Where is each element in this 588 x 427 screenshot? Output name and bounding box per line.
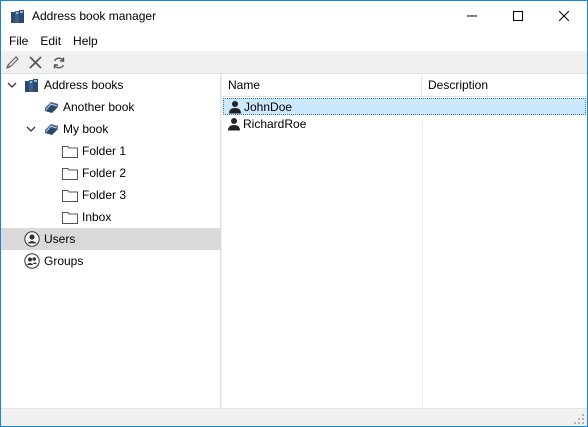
minimize-button[interactable] <box>449 1 495 31</box>
tree-item-label: Address books <box>44 78 124 92</box>
column-header-description[interactable]: Description <box>422 74 587 97</box>
user-icon <box>228 118 240 131</box>
tree-item-label: Folder 3 <box>82 188 127 202</box>
tree-item-label: Groups <box>44 254 84 268</box>
chevron-down-icon[interactable] <box>26 124 36 134</box>
resize-grip-icon[interactable] <box>573 413 585 425</box>
user-icon <box>229 101 241 114</box>
toolbar <box>1 51 587 74</box>
edit-button[interactable] <box>4 54 21 71</box>
address-books-icon <box>25 79 38 92</box>
tree-item-folder-2[interactable]: Folder 2 <box>1 162 221 184</box>
list-row[interactable]: RichardRoe <box>223 116 586 133</box>
column-divider <box>422 97 423 408</box>
user-circle-icon <box>24 231 40 247</box>
groups-circle-icon <box>24 253 40 269</box>
refresh-icon <box>53 57 64 68</box>
menu-bar: File Edit Help <box>1 31 587 51</box>
maximize-button[interactable] <box>495 1 541 31</box>
tree-item-label: Folder 2 <box>82 166 127 180</box>
tree-item-folder-3[interactable]: Folder 3 <box>1 184 221 206</box>
tree-item-groups[interactable]: Groups <box>1 250 221 272</box>
minimize-icon <box>467 15 477 17</box>
column-header-name[interactable]: Name <box>222 74 422 97</box>
users-list[interactable]: Name Description JohnDoe RichardRoe <box>222 74 587 408</box>
folder-icon <box>62 146 78 158</box>
close-icon <box>559 11 569 21</box>
maximize-icon <box>513 11 523 21</box>
row-name: JohnDoe <box>244 100 293 114</box>
folder-icon <box>62 212 78 224</box>
book-icon <box>45 102 58 113</box>
tree-item-label: Folder 1 <box>82 144 127 158</box>
tree-item-label: Users <box>44 232 76 246</box>
menu-edit[interactable]: Edit <box>34 31 67 51</box>
tree-item-label: Inbox <box>82 210 112 224</box>
window-title: Address book manager <box>32 9 157 23</box>
app-window: Address book manager File Edit Help Addr… <box>0 0 588 427</box>
row-name: RichardRoe <box>243 117 307 131</box>
tree-item-label: My book <box>63 122 109 136</box>
close-button[interactable] <box>541 1 587 31</box>
status-bar <box>1 408 587 426</box>
navigation-tree[interactable]: Address books Another book My book Folde… <box>1 74 221 408</box>
delete-button[interactable] <box>27 54 44 71</box>
tree-item-another-book[interactable]: Another book <box>1 96 221 118</box>
tree-item-my-book[interactable]: My book <box>1 118 221 140</box>
tree-item-label: Another book <box>63 100 135 114</box>
list-row[interactable]: JohnDoe <box>223 98 586 115</box>
refresh-button[interactable] <box>50 54 67 71</box>
menu-help[interactable]: Help <box>67 31 104 51</box>
tree-item-address-books[interactable]: Address books <box>1 74 221 96</box>
folder-icon <box>62 190 78 202</box>
tree-item-users[interactable]: Users <box>1 228 221 250</box>
title-bar[interactable]: Address book manager <box>1 1 587 31</box>
address-book-app-icon <box>11 10 24 23</box>
list-header: Name Description <box>222 74 587 97</box>
folder-icon <box>62 168 78 180</box>
tree-item-folder-1[interactable]: Folder 1 <box>1 140 221 162</box>
pencil-icon <box>6 56 19 69</box>
menu-file[interactable]: File <box>3 31 34 51</box>
book-icon <box>45 124 58 135</box>
chevron-down-icon[interactable] <box>7 80 17 90</box>
delete-icon <box>29 56 42 69</box>
tree-item-inbox[interactable]: Inbox <box>1 206 221 228</box>
